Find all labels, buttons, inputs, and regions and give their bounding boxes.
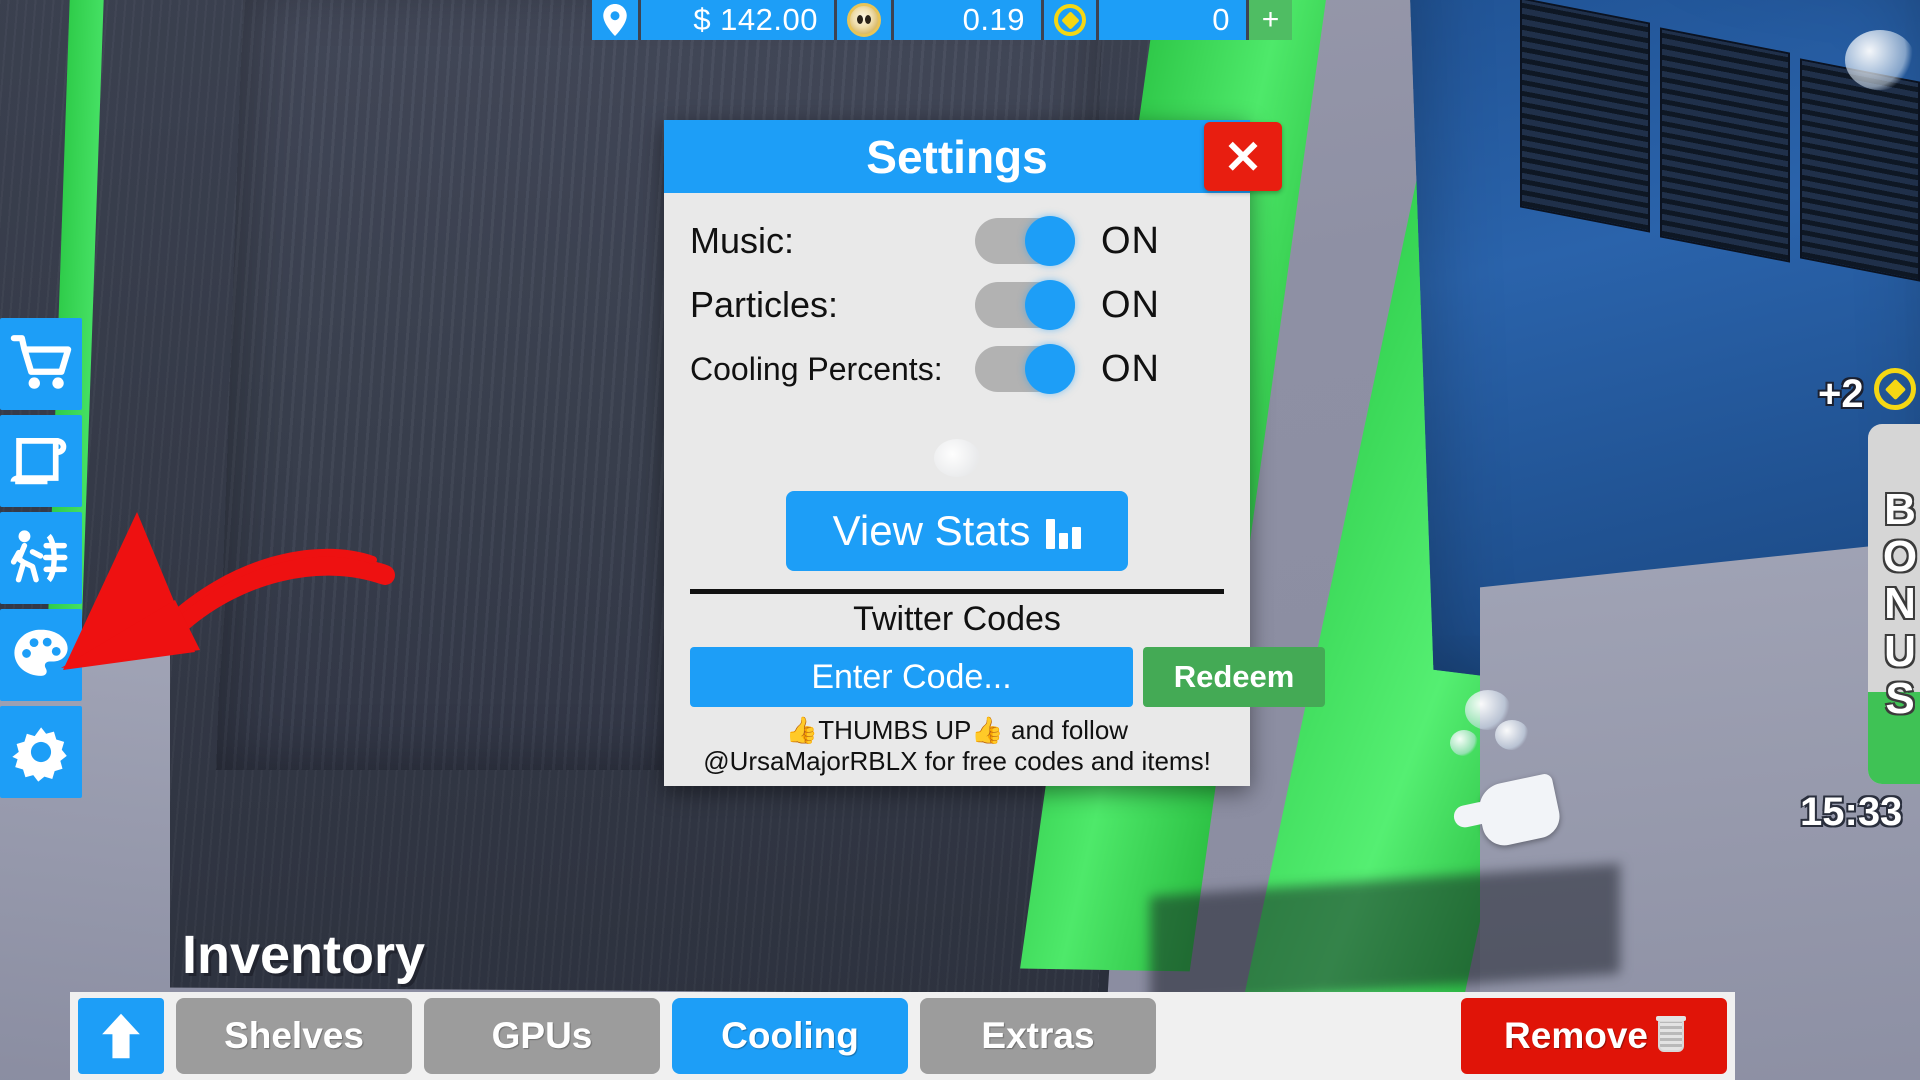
particles-state: ON bbox=[1101, 283, 1160, 326]
setting-label: Particles: bbox=[690, 284, 839, 325]
robux-icon-glyph bbox=[1884, 378, 1906, 400]
robux-icon-glyph bbox=[1054, 4, 1086, 36]
remove-label: Remove bbox=[1504, 1015, 1648, 1056]
trash-icon bbox=[1655, 1016, 1686, 1052]
scene-server-rack bbox=[1800, 58, 1920, 282]
palette-icon bbox=[14, 629, 68, 676]
codes-row: Redeem bbox=[690, 647, 1325, 715]
page-title: Settings bbox=[866, 130, 1048, 183]
setting-row-music: Music: ON bbox=[690, 209, 1224, 273]
scene-smoke bbox=[1845, 30, 1915, 90]
toggle-knob bbox=[1025, 344, 1075, 394]
tab-shelves[interactable]: Shelves bbox=[176, 998, 412, 1074]
tab-gpus[interactable]: GPUs bbox=[424, 998, 660, 1074]
bonus-letter: U bbox=[1884, 626, 1916, 676]
sidebar-item-settings[interactable] bbox=[0, 706, 82, 798]
promo-line-2: @UrsaMajorRBLX for free codes and items! bbox=[703, 745, 1211, 776]
particles-toggle[interactable] bbox=[975, 280, 1075, 330]
setting-label: Music: bbox=[690, 220, 795, 261]
scroll-up-button[interactable] bbox=[78, 998, 164, 1074]
settings-panel: Settings ✕ Music: ON Particles: ON Cooli… bbox=[664, 120, 1325, 787]
inventory-title: Inventory bbox=[182, 925, 426, 985]
view-stats-label: View Stats bbox=[832, 507, 1031, 554]
robux-icon bbox=[1874, 368, 1916, 410]
bonus-letter: S bbox=[1885, 673, 1915, 723]
add-robux-button[interactable]: + bbox=[1246, 0, 1292, 40]
code-input[interactable] bbox=[690, 647, 1133, 707]
sidebar-item-scroll[interactable] bbox=[0, 415, 82, 507]
up-arrow-icon bbox=[102, 1013, 140, 1059]
sidebar-item-teleport[interactable] bbox=[0, 512, 82, 604]
tab-cooling[interactable]: Cooling bbox=[672, 998, 908, 1074]
scene-smoke bbox=[1495, 720, 1529, 750]
music-toggle[interactable] bbox=[975, 216, 1075, 266]
robux-icon bbox=[1041, 0, 1096, 40]
scene-server-rack bbox=[1660, 27, 1790, 263]
map-pin-icon-glyph bbox=[603, 4, 627, 36]
setting-row-particles: Particles: ON bbox=[690, 273, 1224, 337]
inventory-bar: Shelves GPUs Cooling Extras Remove bbox=[70, 992, 1735, 1080]
twitter-codes-heading: Twitter Codes bbox=[853, 600, 1061, 638]
bonus-label: B O N U S bbox=[1883, 486, 1917, 721]
sidebar-item-shop[interactable] bbox=[0, 318, 82, 410]
remove-button[interactable]: Remove bbox=[1461, 998, 1727, 1074]
bonus-tab[interactable]: B O N U S bbox=[1868, 424, 1920, 784]
bonus-letter: N bbox=[1884, 579, 1916, 629]
settings-title-bar: Settings ✕ bbox=[664, 120, 1282, 193]
game-screen: $ 142.00 0.19 0 + Settings ✕ Music: ON P… bbox=[0, 0, 1920, 1080]
bonus-letter: B bbox=[1884, 485, 1916, 535]
bonus-timer: 15:33 bbox=[1800, 790, 1903, 834]
cooling-percents-state: ON bbox=[1101, 347, 1160, 390]
scroll-icon bbox=[10, 438, 67, 485]
setting-label: Cooling Percents: bbox=[690, 350, 943, 387]
toggle-knob bbox=[1025, 280, 1075, 330]
setting-row-cooling-percents: Cooling Percents: ON bbox=[690, 337, 1224, 401]
toggle-knob bbox=[1025, 216, 1075, 266]
currency-topbar: $ 142.00 0.19 0 + bbox=[592, 0, 1292, 40]
promo-text: 👍THUMBS UP👍 and follow @UrsaMajorRBLX fo… bbox=[690, 715, 1224, 786]
cooling-percents-toggle[interactable] bbox=[975, 344, 1075, 394]
tab-extras[interactable]: Extras bbox=[920, 998, 1156, 1074]
promo-line-1: 👍THUMBS UP👍 and follow bbox=[785, 715, 1129, 745]
view-stats-button[interactable]: View Stats bbox=[786, 491, 1128, 571]
scene-smoke bbox=[934, 439, 980, 477]
music-state: ON bbox=[1101, 219, 1160, 262]
dogecoin-icon-glyph bbox=[847, 3, 881, 37]
sidebar-item-palette[interactable] bbox=[0, 609, 82, 701]
redeem-button[interactable]: Redeem bbox=[1143, 647, 1325, 707]
gear-icon bbox=[12, 727, 67, 782]
scene-server-rack bbox=[1520, 0, 1650, 233]
close-icon[interactable]: ✕ bbox=[1204, 122, 1282, 191]
robux-value: 0 bbox=[1096, 0, 1246, 40]
left-sidebar bbox=[0, 318, 82, 798]
bar-chart-icon bbox=[1046, 513, 1082, 549]
dogecoin-value: 0.19 bbox=[891, 0, 1041, 40]
map-pin-icon[interactable] bbox=[592, 0, 638, 40]
settings-body: Music: ON Particles: ON Cooling Percents… bbox=[664, 193, 1325, 786]
cash-value: $ 142.00 bbox=[638, 0, 834, 40]
view-stats-row: View Stats bbox=[690, 439, 1224, 581]
dogecoin-icon bbox=[834, 0, 891, 40]
scene-smoke bbox=[1450, 730, 1478, 756]
bonus-letter: O bbox=[1882, 532, 1918, 582]
shopping-cart-icon bbox=[10, 335, 72, 389]
bonus-amount-label: +2 bbox=[1818, 372, 1864, 416]
walking-teleport-icon bbox=[10, 530, 68, 583]
